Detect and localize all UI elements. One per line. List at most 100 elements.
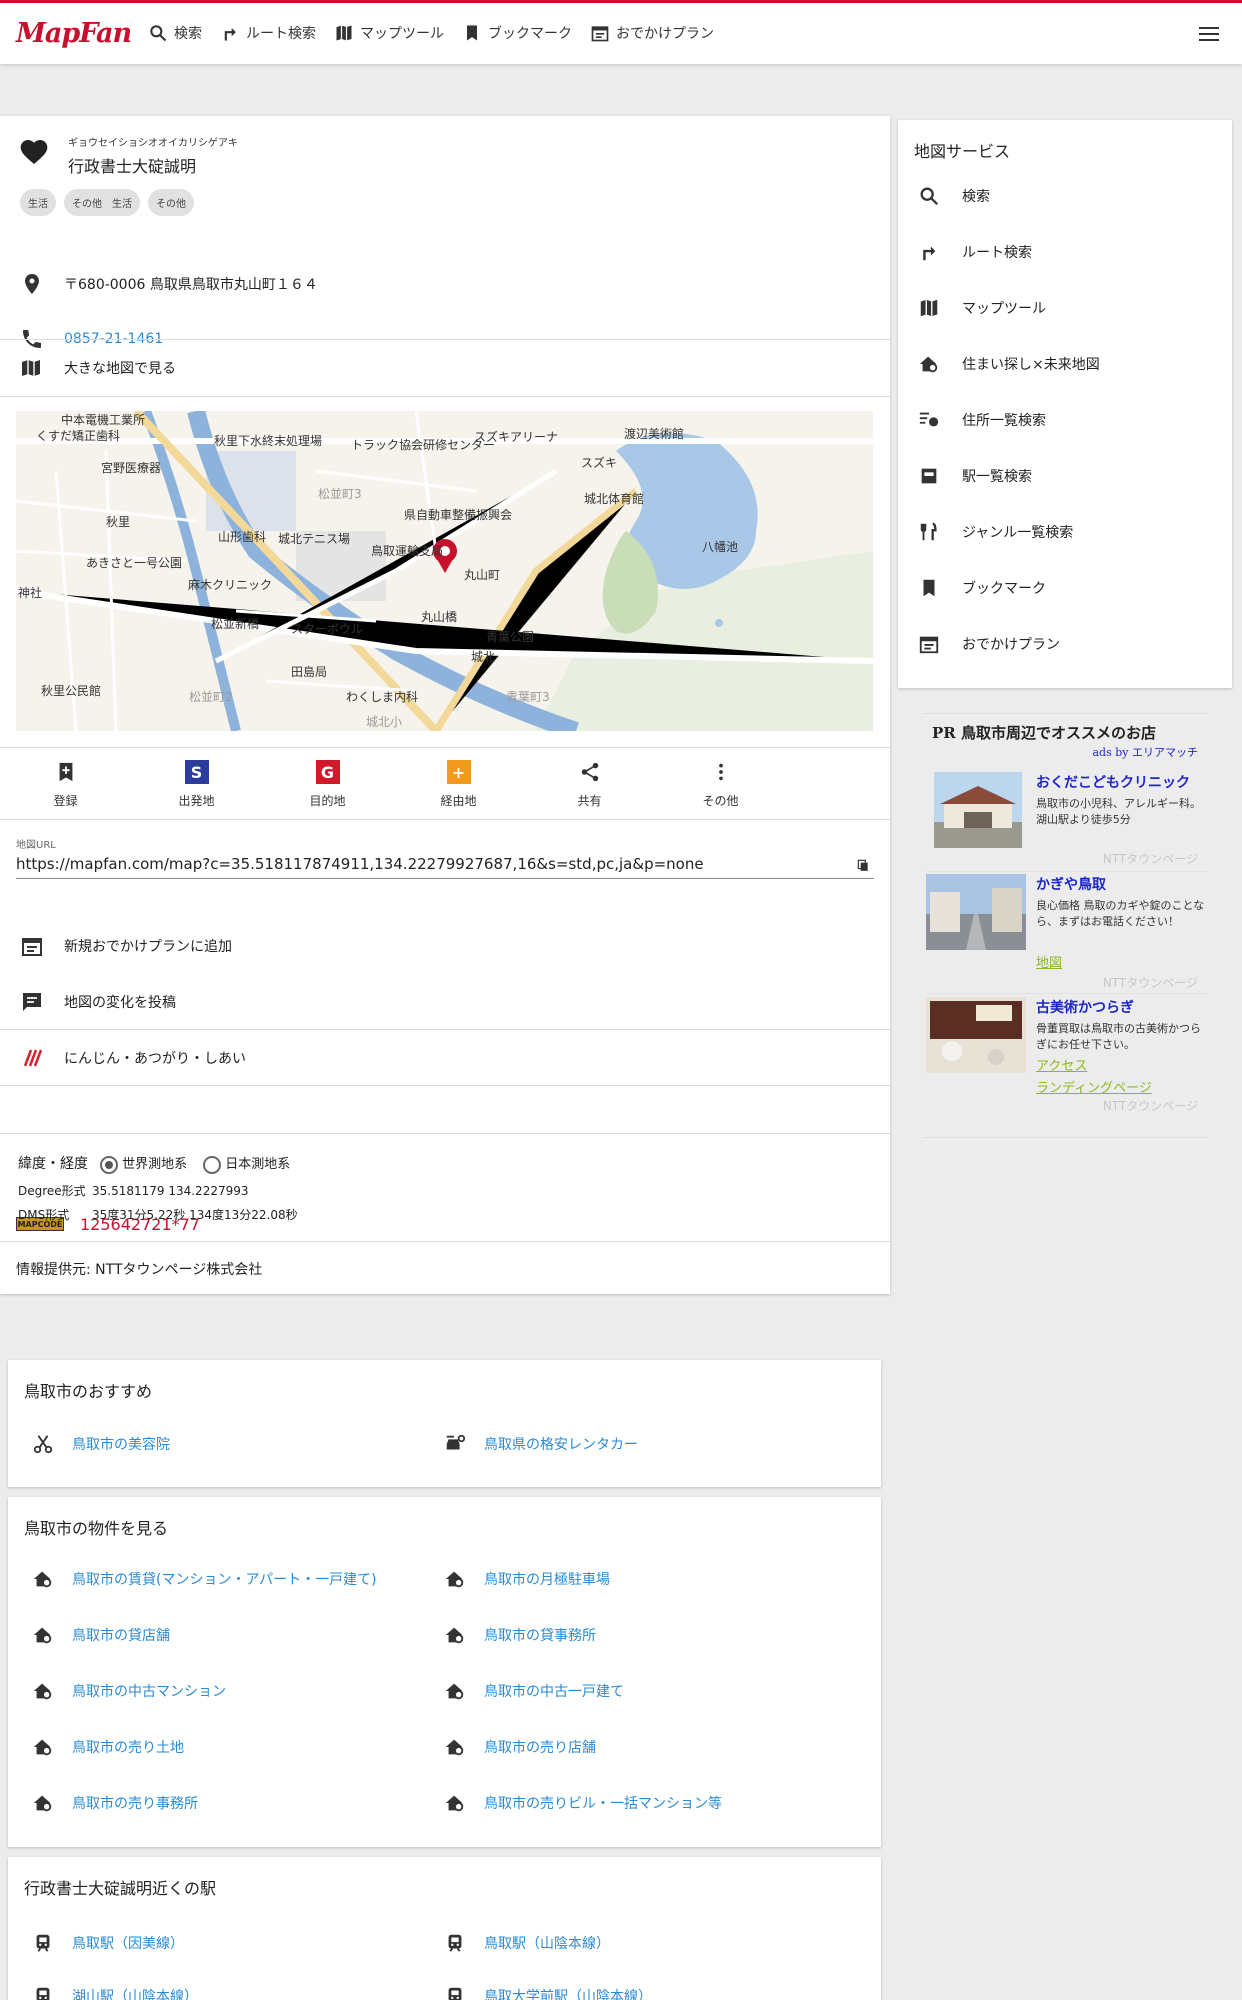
map-url-input[interactable]: https://mapfan.com/map?c=35.518117874911… bbox=[16, 855, 874, 879]
property-link[interactable]: 鳥取市の売り土地 bbox=[32, 1736, 184, 1758]
property-link-label: 鳥取市の貸事務所 bbox=[484, 1628, 596, 1644]
nav-route[interactable]: ルート検索 bbox=[220, 23, 316, 43]
sidebar-item-station-list[interactable]: 駅一覧検索 bbox=[898, 448, 1232, 504]
category-tag[interactable]: 生活 bbox=[20, 189, 56, 216]
property-link[interactable]: 鳥取市の売り事務所 bbox=[32, 1792, 198, 1814]
nav-plan[interactable]: おでかけプラン bbox=[590, 23, 714, 43]
property-link[interactable]: 鳥取市の売りビル・一括マンション等 bbox=[444, 1792, 722, 1814]
ad-map-link[interactable]: 地図 bbox=[1036, 952, 1062, 971]
mapfan-logo[interactable]: MapFan bbox=[16, 18, 132, 49]
divider bbox=[0, 1085, 890, 1086]
recommend-link[interactable]: 鳥取市の美容院 bbox=[32, 1433, 170, 1455]
copy-icon[interactable] bbox=[856, 858, 870, 872]
sidebar-item-label: 住所一覧検索 bbox=[962, 413, 1046, 429]
map-marker-icon bbox=[22, 360, 40, 376]
train-icon bbox=[448, 1987, 462, 2000]
map-label: 城北体育館 bbox=[584, 491, 644, 506]
ad-description: 鳥取市の小児科、アレルギー科。湖山駅より徒歩5分 bbox=[1036, 797, 1201, 826]
ad-access-link[interactable]: アクセス bbox=[1036, 1055, 1087, 1074]
register-button[interactable]: 登録 bbox=[0, 748, 131, 820]
stations-title: 行政書士大碇誠明近くの駅 bbox=[24, 1879, 217, 1898]
heart-icon[interactable] bbox=[18, 136, 50, 168]
property-link[interactable]: 鳥取市の賃貸(マンション・アパート・一戸建て) bbox=[32, 1568, 377, 1590]
more-button[interactable]: その他 bbox=[655, 748, 786, 820]
divider bbox=[0, 1133, 890, 1134]
share-button[interactable]: 共有 bbox=[524, 748, 655, 820]
house-search-icon bbox=[919, 356, 938, 373]
divider bbox=[0, 819, 890, 820]
station-link[interactable]: 鳥取駅（山陰本線） bbox=[444, 1932, 610, 1954]
sidebar-item-label: 駅一覧検索 bbox=[962, 469, 1032, 485]
sidebar-item-address-list[interactable]: 住所一覧検索 bbox=[898, 392, 1232, 448]
search-icon bbox=[920, 187, 939, 206]
waypoint-button[interactable]: + 経由地 bbox=[393, 748, 524, 820]
map-label: 県自動車整備振興会 bbox=[404, 507, 512, 522]
ad-item[interactable]: かぎや鳥取 良心価格 鳥取のカギや錠のことなら、まずはお電話ください！ 地図 N… bbox=[926, 874, 1208, 994]
world-datum-radio[interactable] bbox=[100, 1155, 119, 1174]
hamburger-menu-icon[interactable] bbox=[1196, 23, 1222, 47]
house-search-icon bbox=[33, 1627, 52, 1644]
map-label: 青葉町3 bbox=[506, 690, 550, 704]
recommend-link[interactable]: 鳥取県の格安レンタカー bbox=[444, 1433, 638, 1455]
nav-bookmark[interactable]: ブックマーク bbox=[462, 23, 572, 43]
category-tag[interactable]: その他 生活 bbox=[64, 189, 140, 216]
sidebar-item-search[interactable]: 検索 bbox=[898, 168, 1232, 224]
destination-button[interactable]: G 目的地 bbox=[262, 748, 393, 820]
world-datum-label: 世界測地系 bbox=[122, 1157, 188, 1172]
sidebar-item-maptool[interactable]: マップツール bbox=[898, 280, 1232, 336]
bookmark-icon bbox=[923, 579, 935, 597]
map-label: 麻木クリニック bbox=[188, 577, 272, 592]
property-link[interactable]: 鳥取市の売り店舗 bbox=[444, 1736, 596, 1758]
property-link[interactable]: 鳥取市の月極駐車場 bbox=[444, 1568, 610, 1590]
ads-by-link[interactable]: ads by エリアマッチ bbox=[1093, 744, 1199, 760]
sidebar-item-genre-list[interactable]: ジャンル一覧検索 bbox=[898, 504, 1232, 560]
property-link-label: 鳥取市の賃貸(マンション・アパート・一戸建て) bbox=[72, 1572, 377, 1588]
property-link[interactable]: 鳥取市の貸事務所 bbox=[444, 1624, 596, 1646]
nav-maptool[interactable]: マップツール bbox=[334, 23, 444, 43]
add-plan-row[interactable]: 新規おでかけプランに追加 bbox=[0, 918, 890, 974]
train-icon bbox=[36, 1934, 50, 1952]
sidebar-item-bookmark[interactable]: ブックマーク bbox=[898, 560, 1232, 616]
ad-landing-link[interactable]: ランディングページ bbox=[1036, 1077, 1152, 1096]
address-row: 〒680-0006 鳥取県鳥取市丸山町１６４ bbox=[0, 256, 890, 312]
place-detail-card: ギョウセイショシオオイカリシゲアキ 行政書士大碇誠明 生活 その他 生活 その他… bbox=[0, 116, 890, 1294]
map-services-card: 地図サービス 検索 ルート検索 マップツール 住まい探し×未来地図 住所一覧検索… bbox=[898, 120, 1232, 688]
departure-button[interactable]: S 出発地 bbox=[131, 748, 262, 820]
ad-image-street bbox=[926, 874, 1026, 950]
stations-card: 行政書士大碇誠明近くの駅 鳥取駅（因美線） 鳥取駅（山陰本線） 湖山駅（山陰本線… bbox=[8, 1857, 881, 2000]
sidebar-item-route[interactable]: ルート検索 bbox=[898, 224, 1232, 280]
map-label: 中本電機工業所 bbox=[61, 412, 145, 427]
map-label: 鳥取運輸支局 bbox=[371, 543, 443, 558]
post-change-row[interactable]: 地図の変化を投稿 bbox=[0, 974, 890, 1030]
sidebar-item-housing[interactable]: 住まい探し×未来地図 bbox=[898, 336, 1232, 392]
property-link-label: 鳥取市の中古マンション bbox=[72, 1684, 226, 1700]
sidebar-item-label: ブックマーク bbox=[962, 581, 1046, 597]
sidebar-item-plan[interactable]: おでかけプラン bbox=[898, 616, 1232, 672]
ad-name[interactable]: かぎや鳥取 bbox=[1036, 874, 1106, 894]
japan-datum-radio[interactable] bbox=[203, 1155, 222, 1174]
property-link[interactable]: 鳥取市の中古マンション bbox=[32, 1680, 226, 1702]
location-map[interactable]: 中本電機工業所 くすだ矯正歯科 宮野医療器 秋里下水終末処理場 トラック協会研修… bbox=[16, 411, 873, 731]
ad-name[interactable]: おくだこどもクリニック bbox=[1036, 772, 1190, 792]
station-link[interactable]: 鳥取駅（因美線） bbox=[32, 1932, 184, 1954]
japan-datum-label: 日本測地系 bbox=[225, 1157, 291, 1172]
dms-value: 35度31分5.22秒 134度13分22.08秒 bbox=[92, 1208, 298, 1222]
three-words-label: にんじん・あつがり・しあい bbox=[64, 1051, 246, 1067]
nav-search[interactable]: 検索 bbox=[148, 23, 202, 43]
station-link[interactable]: 鳥取大学前駅（山陰本線） bbox=[444, 1985, 652, 2000]
ad-item[interactable]: 古美術かつらぎ 骨董買取は鳥取市の古美術かつらぎにお任せ下さい。 アクセス ラン… bbox=[926, 997, 1208, 1117]
three-words-row[interactable]: にんじん・あつがり・しあい bbox=[0, 1030, 890, 1086]
map-url-field: 地図URL https://mapfan.com/map?c=35.518117… bbox=[16, 836, 874, 879]
property-link[interactable]: 鳥取市の貸店舗 bbox=[32, 1624, 170, 1646]
station-link[interactable]: 湖山駅（山陰本線） bbox=[32, 1985, 198, 2000]
nav-plan-label: おでかけプラン bbox=[616, 26, 714, 42]
category-tag[interactable]: その他 bbox=[148, 189, 194, 216]
search-icon bbox=[150, 25, 167, 42]
property-link[interactable]: 鳥取市の中古一戸建て bbox=[444, 1680, 624, 1702]
ad-item[interactable]: おくだこどもクリニック 鳥取市の小児科、アレルギー科。湖山駅より徒歩5分 NTT… bbox=[926, 772, 1208, 868]
station-link-label: 鳥取駅（山陰本線） bbox=[484, 1936, 610, 1952]
ad-name[interactable]: 古美術かつらぎ bbox=[1036, 997, 1134, 1017]
map-label: 松並町2 bbox=[189, 690, 233, 704]
nav-maptool-label: マップツール bbox=[360, 26, 444, 42]
big-map-row[interactable]: 大きな地図で見る bbox=[0, 340, 890, 396]
